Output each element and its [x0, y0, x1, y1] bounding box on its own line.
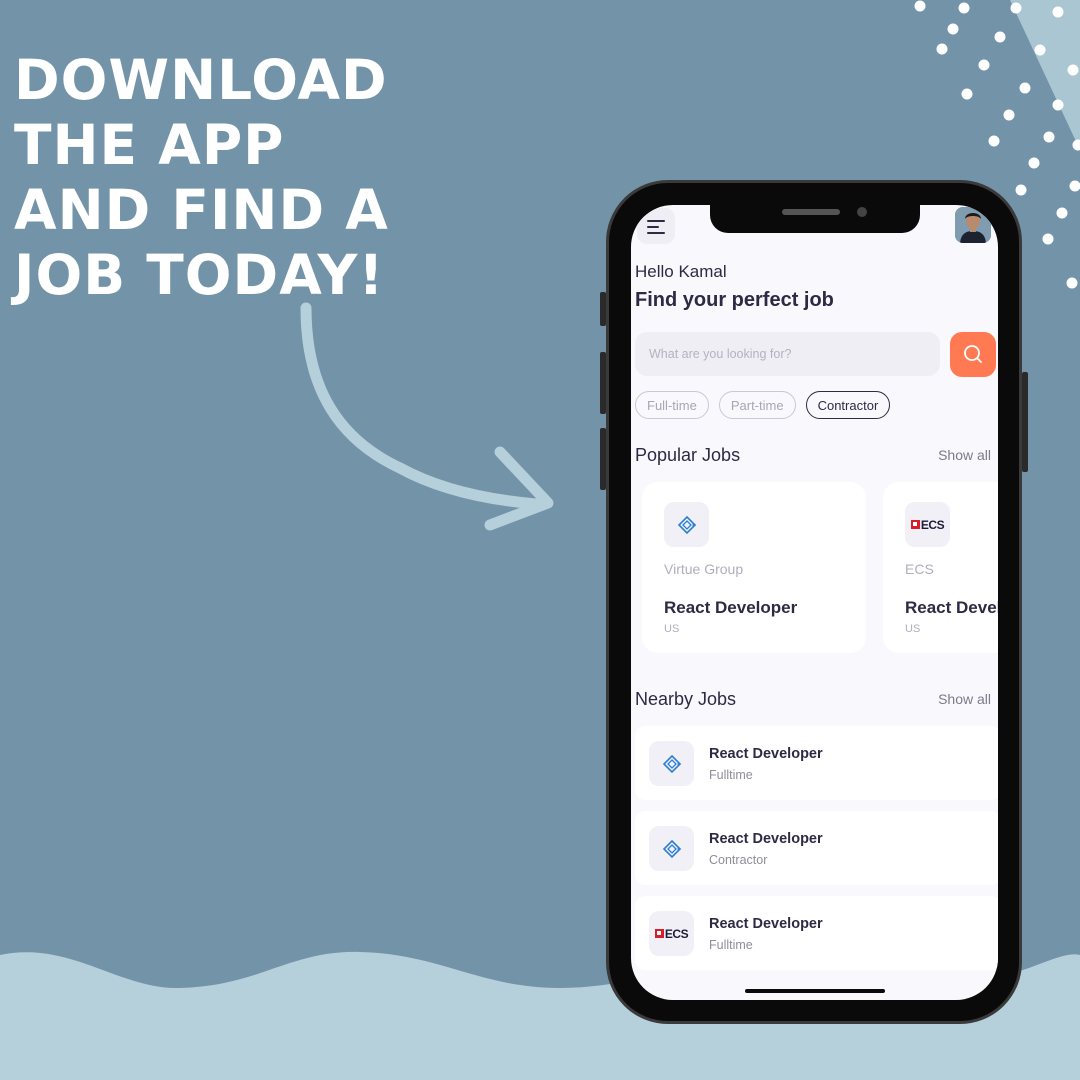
job-role: React Developer [709, 916, 823, 932]
popular-jobs-title: Popular Jobs [635, 445, 741, 465]
search-button[interactable] [950, 332, 996, 377]
ecs-logo-text: ECS [664, 926, 689, 941]
headline-line-1: DOWNLOAD [14, 48, 388, 112]
phone-power-button [1022, 372, 1028, 472]
virtue-group-logo [649, 741, 694, 786]
job-role: React Developer [709, 746, 823, 762]
job-location: US [905, 623, 921, 635]
company-name: Virtue Group [664, 561, 744, 577]
job-type: Contractor [709, 853, 768, 867]
headline-line-2: THE APP [14, 113, 285, 177]
home-indicator[interactable] [745, 989, 885, 993]
company-name: ECS [905, 561, 934, 577]
popular-job-card[interactable]: ECS ECS React Developer US [883, 482, 998, 653]
headline: DOWNLOAD THE APP AND FIND A JOB TODAY! [14, 48, 389, 308]
nearby-jobs-show-all[interactable]: Show all [938, 691, 991, 707]
nearby-job-item[interactable]: ECS React Developer Fulltime [635, 896, 998, 970]
search-icon [964, 345, 982, 363]
filter-contractor[interactable]: Contractor [805, 391, 891, 419]
menu-icon[interactable] [637, 208, 675, 244]
nearby-jobs-title: Nearby Jobs [635, 689, 737, 709]
page-title: Find your perfect job [635, 289, 834, 311]
job-type: Fulltime [709, 938, 753, 952]
ecs-logo: ECS [649, 911, 694, 956]
job-type: Fulltime [709, 768, 753, 782]
job-role: React Developer [664, 598, 798, 617]
virtue-group-logo [664, 502, 709, 547]
filter-part-time[interactable]: Part-time [718, 391, 796, 419]
virtue-group-logo [649, 826, 694, 871]
filter-full-time[interactable]: Full-time [635, 391, 709, 419]
user-avatar[interactable] [955, 207, 991, 243]
ecs-logo: ECS [905, 502, 950, 547]
popular-jobs-show-all[interactable]: Show all [938, 447, 991, 463]
search-bar [635, 332, 968, 376]
popular-job-card[interactable]: Virtue Group React Developer US [642, 482, 866, 653]
job-role: React Developer [709, 831, 823, 847]
ecs-logo-text: ECS [920, 517, 945, 532]
job-role: React Developer [905, 598, 998, 617]
job-type-filters: Full-time Part-time Contractor [635, 391, 891, 419]
phone-notch [710, 205, 920, 233]
notch-camera [857, 207, 867, 217]
notch-speaker [782, 209, 840, 215]
nearby-job-item[interactable]: React Developer Contractor [635, 811, 998, 885]
greeting-text: Hello Kamal [635, 262, 727, 281]
nearby-job-item[interactable]: React Developer Fulltime [635, 726, 998, 800]
headline-line-3: AND FIND A [14, 178, 389, 242]
app-screen: Hello Kamal Find your perfect job Full-t… [631, 205, 998, 1000]
job-location: US [664, 623, 680, 635]
search-input[interactable] [635, 332, 968, 376]
headline-line-4: JOB TODAY! [14, 243, 385, 307]
